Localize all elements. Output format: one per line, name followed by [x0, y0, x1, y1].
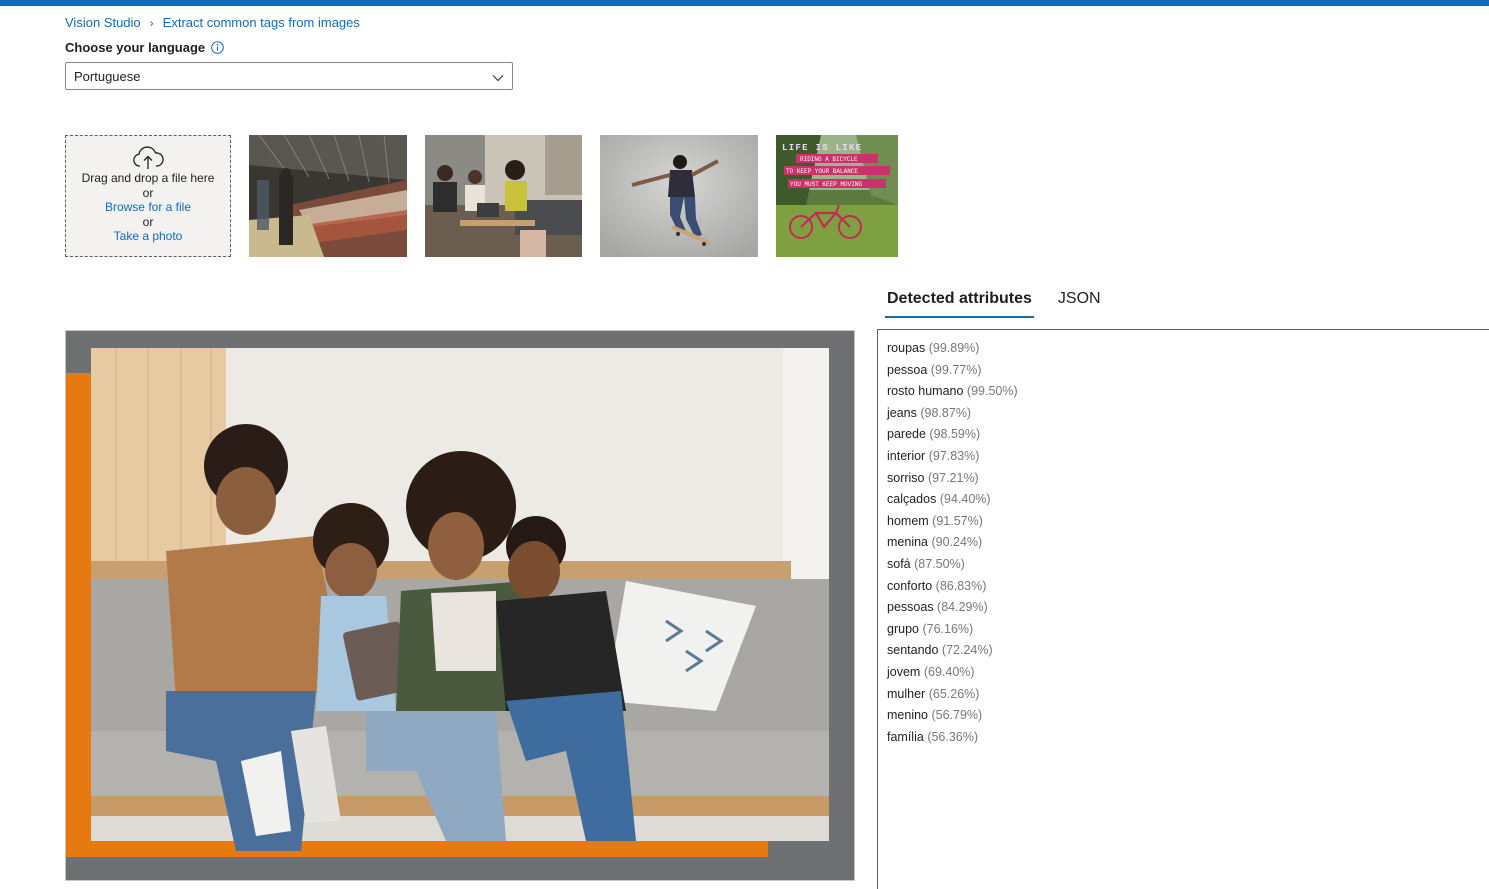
tab-detected-attributes[interactable]: Detected attributes — [885, 288, 1034, 318]
attribute-name: família — [887, 729, 924, 744]
drag-drop-text: Drag and drop a file here — [81, 171, 215, 185]
attribute-confidence: (69.40%) — [923, 664, 975, 679]
attribute-confidence: (98.87%) — [920, 405, 972, 420]
or-text: or — [142, 214, 154, 229]
chevron-down-icon — [492, 71, 504, 86]
language-label-text: Choose your language — [65, 40, 206, 55]
attribute-item: parede (98.59%) — [887, 424, 1488, 446]
top-accent-bar — [0, 0, 1489, 6]
attribute-item: sofá (87.50%) — [887, 554, 1488, 576]
analyzed-image — [65, 330, 855, 881]
attribute-name: pessoa — [887, 362, 928, 377]
language-label: Choose your language — [65, 40, 224, 55]
attribute-name: jeans — [887, 405, 917, 420]
language-dropdown[interactable]: Portuguese — [65, 62, 513, 90]
attribute-item: sentando (72.24%) — [887, 640, 1488, 662]
attribute-item: homem (91.57%) — [887, 511, 1488, 533]
attribute-confidence: (90.24%) — [931, 535, 983, 550]
attribute-name: mulher — [887, 686, 926, 701]
attribute-name: rosto humano — [887, 384, 964, 399]
attribute-confidence: (99.77%) — [930, 362, 982, 377]
sample-image-skateboarder[interactable] — [600, 135, 758, 257]
attribute-item: rosto humano (99.50%) — [887, 381, 1488, 403]
breadcrumb-current-page[interactable]: Extract common tags from images — [163, 15, 360, 30]
attribute-item: menino (56.79%) — [887, 705, 1488, 727]
or-text: or — [142, 185, 154, 200]
attribute-item: interior (97.83%) — [887, 446, 1488, 468]
attribute-confidence: (94.40%) — [939, 492, 991, 507]
attribute-confidence: (99.50%) — [966, 384, 1018, 399]
cloud-upload-icon — [133, 146, 164, 169]
attribute-item: família (56.36%) — [887, 727, 1488, 749]
attribute-name: menina — [887, 535, 928, 550]
attribute-item: pessoa (99.77%) — [887, 360, 1488, 382]
attribute-confidence: (72.24%) — [941, 643, 993, 658]
attribute-item: mulher (65.26%) — [887, 684, 1488, 706]
poster-text-line1: LIFE IS LIKE — [782, 143, 862, 153]
detected-attributes-panel: roupas (99.89%) pessoa (99.77%) rosto huma… — [877, 329, 1489, 889]
breadcrumb-vision-studio-link[interactable]: Vision Studio — [65, 15, 141, 30]
attribute-confidence: (56.36%) — [927, 729, 979, 744]
language-selected-value: Portuguese — [74, 68, 141, 84]
poster-text-line3: TO KEEP YOUR BALANCE — [786, 168, 858, 175]
attribute-item: jeans (98.87%) — [887, 403, 1488, 425]
info-icon[interactable] — [211, 41, 224, 54]
attribute-name: pessoas — [887, 600, 934, 615]
attribute-name: roupas — [887, 341, 926, 355]
chevron-right-icon: › — [149, 15, 154, 30]
attribute-confidence: (76.16%) — [922, 621, 974, 636]
attribute-name: sofá — [887, 556, 911, 571]
sample-image-bicycle-poster[interactable]: LIFE IS LIKE RIDING A BICYCLE TO KEEP YO… — [776, 135, 898, 257]
attribute-item: menina (90.24%) — [887, 532, 1488, 554]
attribute-item: pessoas (84.29%) — [887, 597, 1488, 619]
poster-text-line2: RIDING A BICYCLE — [800, 156, 858, 163]
attribute-confidence: (91.57%) — [932, 513, 983, 528]
tab-json[interactable]: JSON — [1056, 288, 1103, 318]
sample-image-subway[interactable] — [249, 135, 407, 257]
attribute-confidence: (98.59%) — [929, 427, 981, 442]
attribute-confidence: (97.83%) — [928, 448, 980, 463]
result-tabs: Detected attributes JSON — [885, 288, 1125, 318]
attribute-confidence: (87.50%) — [914, 556, 965, 571]
attribute-name: jovem — [887, 664, 921, 679]
attribute-item: jovem (69.40%) — [887, 662, 1488, 684]
sample-image-meeting[interactable] — [425, 135, 582, 257]
attribute-name: conforto — [887, 578, 933, 593]
attribute-name: interior — [887, 448, 926, 463]
attribute-name: grupo — [887, 621, 919, 636]
attribute-item: sorriso (97.21%) — [887, 468, 1488, 490]
attribute-confidence: (56.79%) — [931, 708, 983, 723]
attribute-item: grupo (76.16%) — [887, 619, 1488, 641]
browse-file-link[interactable]: Browse for a file — [66, 200, 230, 215]
attribute-confidence: (97.21%) — [928, 470, 979, 485]
breadcrumb: Vision Studio › Extract common tags from… — [65, 15, 360, 30]
attribute-name: calçados — [887, 492, 937, 507]
attribute-name: homem — [887, 513, 929, 528]
take-photo-link[interactable]: Take a photo — [66, 229, 230, 244]
attribute-confidence: (65.26%) — [928, 686, 980, 701]
attribute-name: parede — [887, 427, 926, 442]
attribute-confidence: (99.89%) — [928, 341, 980, 355]
attribute-name: menino — [887, 708, 928, 723]
poster-text-line4: YOU MUST KEEP MOVING — [790, 181, 862, 188]
attribute-item: calçados (94.40%) — [887, 489, 1488, 511]
attribute-confidence: (86.83%) — [935, 578, 987, 593]
attribute-name: sentando — [887, 643, 939, 658]
file-dropzone[interactable]: Drag and drop a file here or Browse for … — [65, 135, 231, 257]
attribute-name: sorriso — [887, 470, 925, 485]
attribute-confidence: (84.29%) — [937, 600, 988, 615]
attribute-item: conforto (86.83%) — [887, 576, 1488, 598]
attribute-item: roupas (99.89%) — [887, 338, 1488, 360]
